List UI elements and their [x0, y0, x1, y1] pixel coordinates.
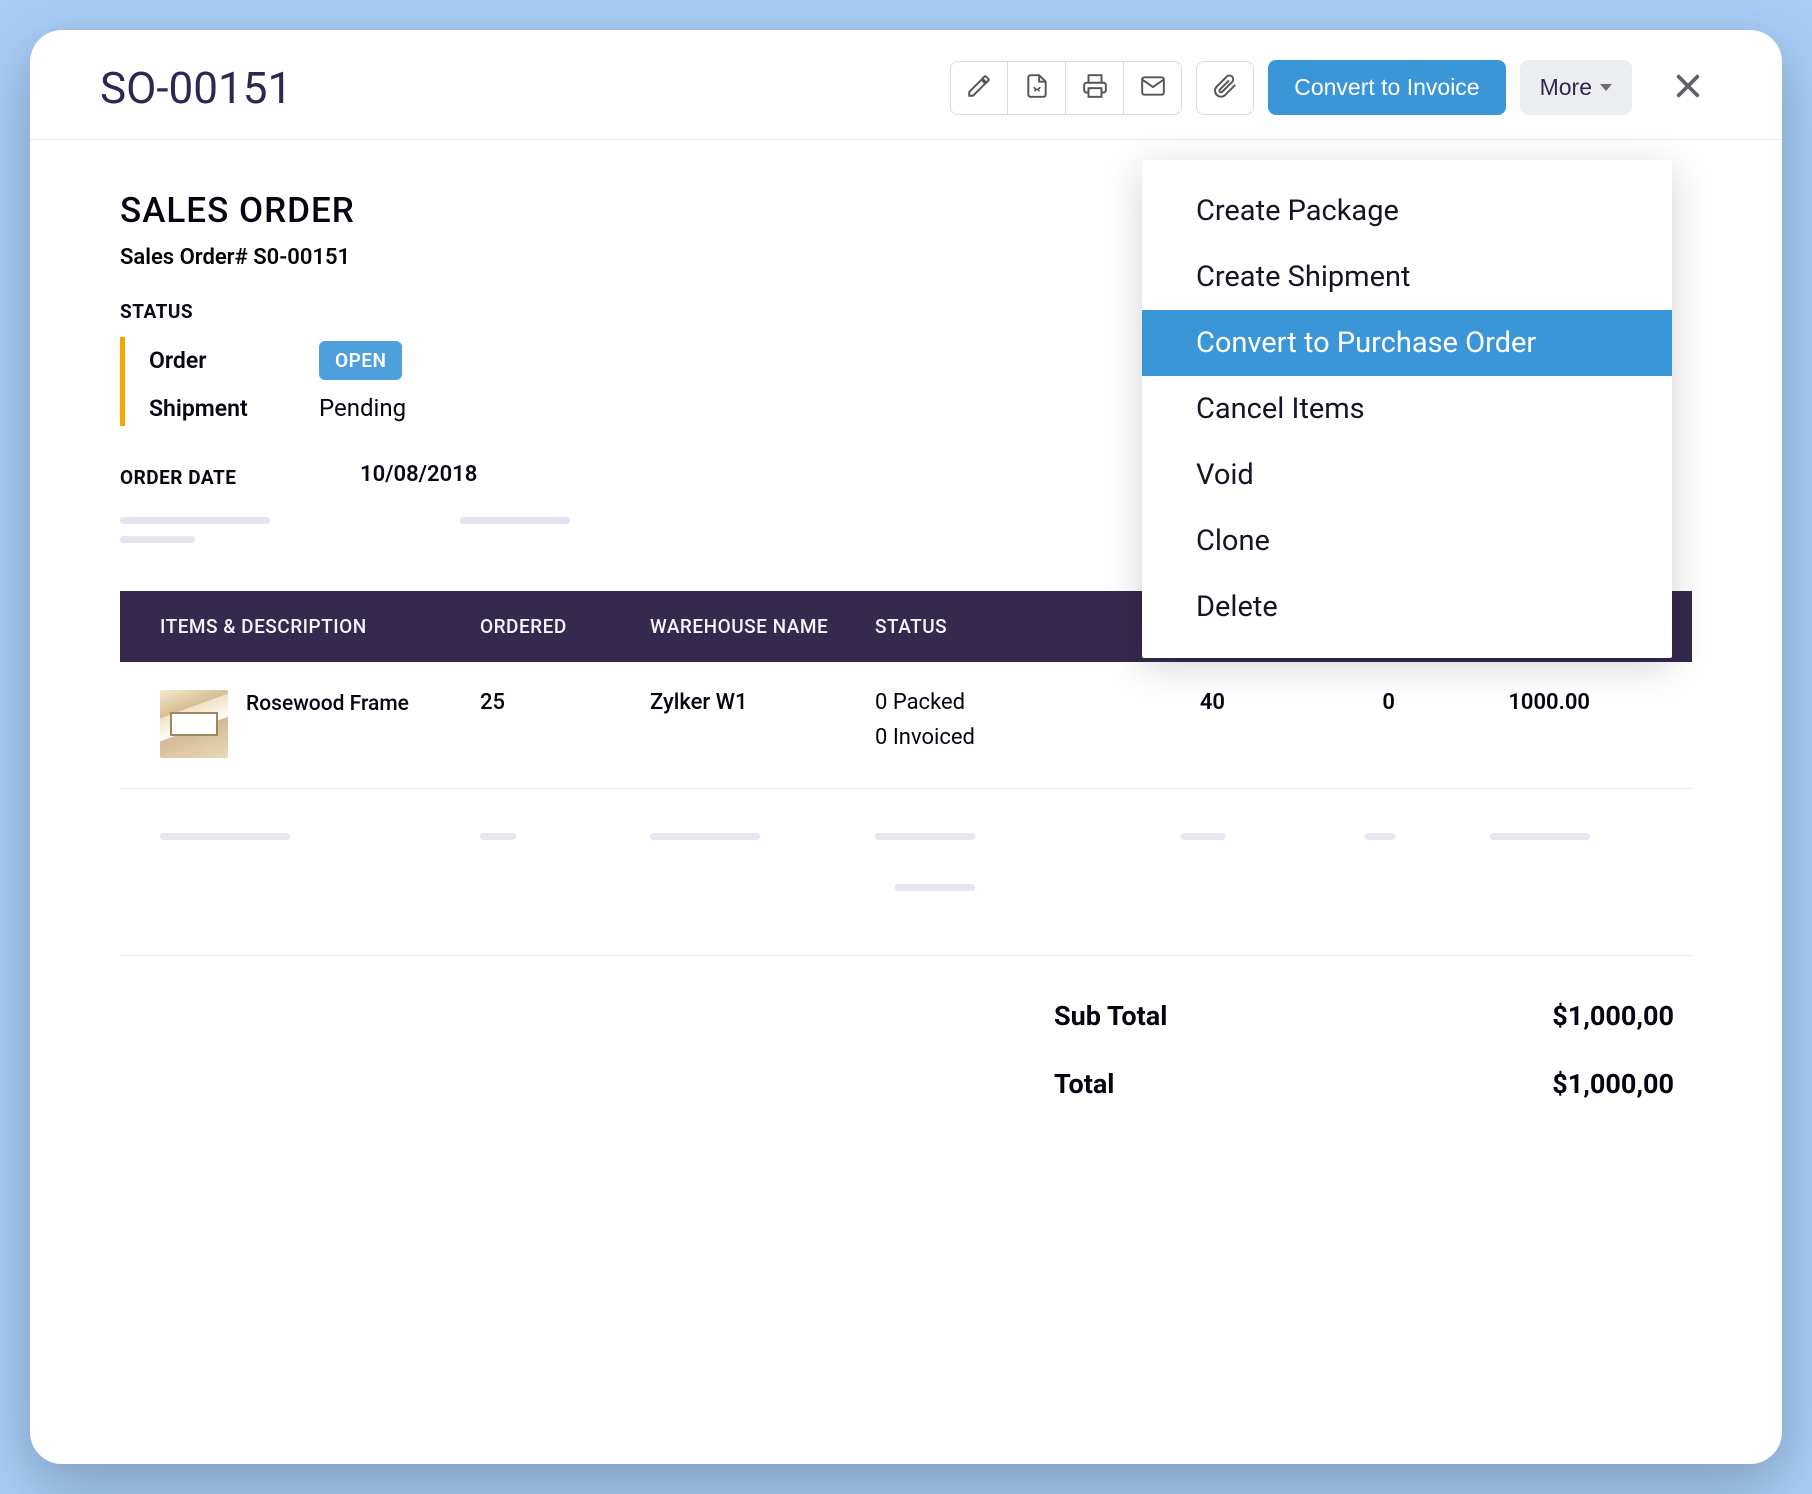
cell-warehouse: Zylker W1 — [650, 690, 875, 760]
skeleton-placeholder — [875, 833, 975, 840]
skeleton-placeholder — [1365, 833, 1395, 840]
pencil-icon — [966, 73, 992, 102]
toolbar: Convert to Invoice More — [950, 60, 1712, 115]
close-icon — [1672, 90, 1704, 105]
chevron-down-icon — [1600, 84, 1612, 91]
totals: Sub Total $1,000,00 Total $1,000,00 — [120, 956, 1692, 1144]
dropdown-cancel-items[interactable]: Cancel Items — [1142, 376, 1672, 442]
more-dropdown: Create Package Create Shipment Convert t… — [1142, 160, 1672, 658]
more-button[interactable]: More — [1520, 60, 1632, 115]
item-cell: Rosewood Frame — [160, 690, 480, 760]
order-date-value: 10/08/2018 — [360, 462, 477, 489]
shipment-status-value: Pending — [319, 394, 406, 422]
order-date-label: ORDER DATE — [120, 462, 360, 489]
cell-status: 0 Packed 0 Invoiced — [875, 690, 1075, 760]
total-label: Total — [1054, 1068, 1394, 1100]
header: SO-00151 — [30, 30, 1782, 140]
dropdown-convert-to-po[interactable]: Convert to Purchase Order — [1142, 310, 1672, 376]
item-name: Rosewood Frame — [246, 690, 409, 716]
skeleton-placeholder — [160, 833, 290, 840]
shipment-status-key: Shipment — [149, 395, 319, 422]
paperclip-icon — [1212, 73, 1238, 102]
status-packed: 0 Packed — [875, 690, 1075, 715]
more-button-label: More — [1540, 74, 1592, 101]
skeleton-placeholder — [895, 884, 975, 891]
pdf-button[interactable] — [1008, 61, 1066, 115]
convert-to-invoice-button[interactable]: Convert to Invoice — [1268, 60, 1505, 115]
subtotal-label: Sub Total — [1054, 1000, 1394, 1032]
print-icon — [1082, 73, 1108, 102]
skeleton-placeholder — [1181, 833, 1225, 840]
cell-amount: 1000.00 — [1395, 690, 1590, 760]
status-badge: OPEN — [319, 341, 402, 380]
print-button[interactable] — [1066, 61, 1124, 115]
pdf-icon — [1024, 73, 1050, 102]
items-table: ITEMS & DESCRIPTION ORDERED WAREHOUSE NA… — [120, 591, 1692, 1144]
skeleton-placeholder — [1490, 833, 1590, 840]
skeleton-placeholder — [120, 517, 270, 524]
cell-ordered: 25 — [480, 690, 650, 760]
cell-rate: 40 — [1075, 690, 1225, 760]
toolbar-icon-group — [950, 61, 1182, 115]
skeleton-placeholder — [120, 536, 195, 543]
email-button[interactable] — [1124, 61, 1182, 115]
table-row: Rosewood Frame 25 Zylker W1 0 Packed 0 I… — [120, 662, 1692, 789]
subtotal-value: $1,000,00 — [1394, 1000, 1674, 1032]
th-status: STATUS — [875, 615, 1075, 638]
close-button[interactable] — [1664, 62, 1712, 113]
total-row: Total $1,000,00 — [160, 1050, 1674, 1118]
table-row-placeholder — [120, 789, 1692, 956]
subtotal-row: Sub Total $1,000,00 — [160, 982, 1674, 1050]
dropdown-create-shipment[interactable]: Create Shipment — [1142, 244, 1672, 310]
status-invoiced: 0 Invoiced — [875, 725, 1075, 750]
th-warehouse: WAREHOUSE NAME — [650, 615, 875, 638]
dropdown-void[interactable]: Void — [1142, 442, 1672, 508]
dropdown-create-package[interactable]: Create Package — [1142, 178, 1672, 244]
dropdown-clone[interactable]: Clone — [1142, 508, 1672, 574]
skeleton-placeholder — [480, 833, 516, 840]
skeleton-placeholder — [460, 517, 570, 524]
order-status-key: Order — [149, 347, 319, 374]
th-ordered: ORDERED — [480, 615, 650, 638]
total-value: $1,000,00 — [1394, 1068, 1674, 1100]
skeleton-placeholder — [650, 833, 760, 840]
item-thumbnail — [160, 690, 228, 758]
attachment-button[interactable] — [1196, 61, 1254, 115]
cell-discount: 0 — [1225, 690, 1395, 760]
th-items: ITEMS & DESCRIPTION — [160, 615, 480, 638]
sales-order-window: SO-00151 — [30, 30, 1782, 1464]
mail-icon — [1140, 73, 1166, 102]
edit-button[interactable] — [950, 61, 1008, 115]
page-title: SO-00151 — [100, 62, 950, 114]
dropdown-delete[interactable]: Delete — [1142, 574, 1672, 640]
